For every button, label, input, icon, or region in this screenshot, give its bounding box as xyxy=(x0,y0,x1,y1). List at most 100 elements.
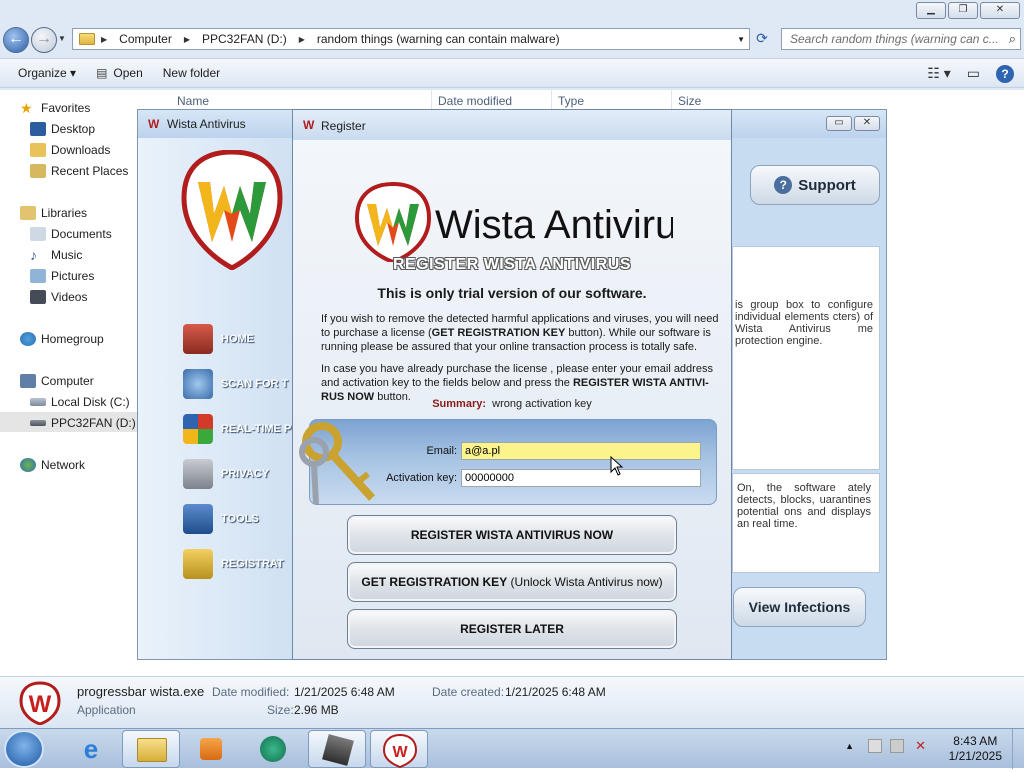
column-size[interactable]: Size xyxy=(678,94,701,108)
documents-icon xyxy=(30,227,46,241)
close-button[interactable]: ✕ xyxy=(980,2,1020,19)
taskbar-wista[interactable]: W xyxy=(370,730,428,769)
address-dropdown-icon[interactable]: ▼ xyxy=(737,35,745,44)
new-folder-button[interactable]: New folder xyxy=(153,66,230,80)
preview-pane-icon[interactable]: ▭ xyxy=(967,65,980,83)
nav-homegroup[interactable]: Homegroup xyxy=(20,329,104,349)
view-controls: ☷ ▾ ▭ ? xyxy=(927,65,1014,83)
breadcrumb-separator-icon[interactable]: ▶ xyxy=(178,35,196,44)
nav-music[interactable]: ♪ Music xyxy=(30,245,82,265)
address-bar[interactable]: ▶ Computer ▶ PPC32FAN (D:) ▶ random thin… xyxy=(72,28,750,50)
recent-pages-dropdown-icon[interactable]: ▼ xyxy=(58,34,66,43)
taskbar: e W ▲ ✕ 8:43 AM 1/21/2025 xyxy=(0,728,1024,769)
breadcrumb-computer[interactable]: Computer xyxy=(113,32,178,46)
activation-key-row: Activation key: xyxy=(362,469,701,487)
date-modified-value: 1/21/2025 6:48 AM xyxy=(294,685,395,699)
email-field[interactable] xyxy=(461,442,701,460)
search-input[interactable]: Search random things (warning can c... ⌕ xyxy=(781,28,1021,50)
show-desktop-button[interactable] xyxy=(1012,729,1024,769)
nav-label: Computer xyxy=(41,374,94,388)
menu-privacy[interactable]: PRIVACY xyxy=(183,456,303,492)
nav-label: Videos xyxy=(51,290,88,304)
start-button[interactable] xyxy=(4,730,44,768)
nav-recent-places[interactable]: Recent Places xyxy=(30,161,128,181)
address-row: ← → ▼ ▶ Computer ▶ PPC32FAN (D:) ▶ rando… xyxy=(0,24,1024,54)
show-hidden-icons-icon[interactable]: ▲ xyxy=(845,741,854,751)
action-center-icon[interactable] xyxy=(868,739,882,753)
menu-scan[interactable]: SCAN FOR T xyxy=(183,366,303,402)
date-created-value: 1/21/2025 6:48 AM xyxy=(505,685,606,699)
nav-libraries[interactable]: Libraries xyxy=(20,203,87,223)
dialog-titlebar: W Register xyxy=(293,110,731,140)
organize-button[interactable]: Organize ▾ xyxy=(8,66,86,80)
activation-key-field[interactable] xyxy=(461,469,701,487)
breadcrumb-folder[interactable]: random things (warning can contain malwa… xyxy=(311,32,566,46)
nav-ppc32fan[interactable]: PPC32FAN (D:) xyxy=(30,413,136,433)
network-tray-icon[interactable] xyxy=(890,739,904,753)
menu-registration[interactable]: REGISTRAT xyxy=(183,546,303,582)
date-created-label: Date created: xyxy=(432,685,505,699)
register-now-button[interactable]: REGISTER WISTA ANTIVIRUS NOW xyxy=(347,515,677,555)
volume-muted-icon[interactable]: ✕ xyxy=(915,738,926,754)
taskbar-malware-app[interactable] xyxy=(308,730,366,768)
get-registration-key-button[interactable]: GET REGISTRATION KEY (Unlock Wista Antiv… xyxy=(347,562,677,602)
open-button[interactable]: Open xyxy=(86,66,153,80)
column-divider[interactable] xyxy=(551,90,552,110)
wista-icon: W xyxy=(382,733,418,769)
scan-icon xyxy=(183,369,213,399)
nav-favorites[interactable]: ★ Favorites xyxy=(20,98,90,118)
usb-drive-icon xyxy=(30,420,46,426)
menu-home[interactable]: HOME xyxy=(183,321,303,357)
clock[interactable]: 8:43 AM 1/21/2025 xyxy=(949,734,1002,764)
nav-label: Favorites xyxy=(41,101,91,115)
nav-label: Network xyxy=(41,458,86,472)
nav-downloads[interactable]: Downloads xyxy=(30,140,110,160)
nav-label: Music xyxy=(51,248,83,262)
nav-videos[interactable]: Videos xyxy=(30,287,87,307)
column-date-modified[interactable]: Date modified xyxy=(438,94,512,108)
forward-button[interactable]: → xyxy=(31,27,57,53)
activation-key-label: Activation key: xyxy=(386,472,457,484)
help-icon[interactable]: ? xyxy=(996,65,1014,83)
breadcrumb-drive[interactable]: PPC32FAN (D:) xyxy=(196,32,293,46)
register-later-button[interactable]: REGISTER LATER xyxy=(347,609,677,649)
taskbar-app[interactable] xyxy=(244,730,302,768)
details-pane: W progressbar wista.exe Application Date… xyxy=(0,676,1024,728)
panel-text: is group box to configure individual ele… xyxy=(735,299,873,347)
wista-minimize-button[interactable]: ▭ xyxy=(826,116,852,131)
menu-realtime[interactable]: REAL-TIME P xyxy=(183,411,303,447)
breadcrumb-separator-icon[interactable]: ▶ xyxy=(293,35,311,44)
wista-close-button[interactable]: ✕ xyxy=(854,116,880,131)
nav-pictures[interactable]: Pictures xyxy=(30,266,94,286)
minimize-button[interactable]: ▁ xyxy=(916,2,946,19)
svg-text:W: W xyxy=(392,744,408,761)
clock-date: 1/21/2025 xyxy=(948,749,1002,763)
column-name[interactable]: Name xyxy=(177,94,209,108)
nav-local-disk[interactable]: Local Disk (C:) xyxy=(30,392,130,412)
column-divider[interactable] xyxy=(671,90,672,110)
size-value: 2.96 MB xyxy=(294,703,339,717)
breadcrumb-separator-icon[interactable]: ▶ xyxy=(95,35,113,44)
date-modified-label: Date modified: xyxy=(212,685,290,699)
column-divider[interactable] xyxy=(431,90,432,110)
nav-documents[interactable]: Documents xyxy=(30,224,112,244)
search-icon[interactable]: ⌕ xyxy=(1009,31,1016,47)
taskbar-media-player[interactable] xyxy=(182,730,240,768)
maximize-button[interactable]: ❐ xyxy=(948,2,978,19)
nav-network[interactable]: Network xyxy=(20,455,85,475)
nav-desktop[interactable]: Desktop xyxy=(30,119,95,139)
refresh-icon[interactable]: ⟳ xyxy=(752,30,772,48)
support-button[interactable]: ? Support xyxy=(750,165,880,205)
folder-icon xyxy=(79,33,95,45)
downloads-icon xyxy=(30,143,46,157)
change-view-icon[interactable]: ☷ ▾ xyxy=(927,65,950,83)
column-type[interactable]: Type xyxy=(558,94,584,108)
taskbar-ie[interactable]: e xyxy=(62,730,120,768)
window-controls: ▁ ❐ ✕ xyxy=(916,2,1020,19)
back-button[interactable]: ← xyxy=(3,27,29,53)
view-infections-button[interactable]: View Infections xyxy=(733,587,866,627)
register-dialog: W Register Wista Antivirus REGISTER WIST… xyxy=(292,109,732,660)
taskbar-explorer[interactable] xyxy=(122,730,180,768)
menu-tools[interactable]: TOOLS xyxy=(183,501,303,537)
nav-computer[interactable]: Computer xyxy=(20,371,94,391)
